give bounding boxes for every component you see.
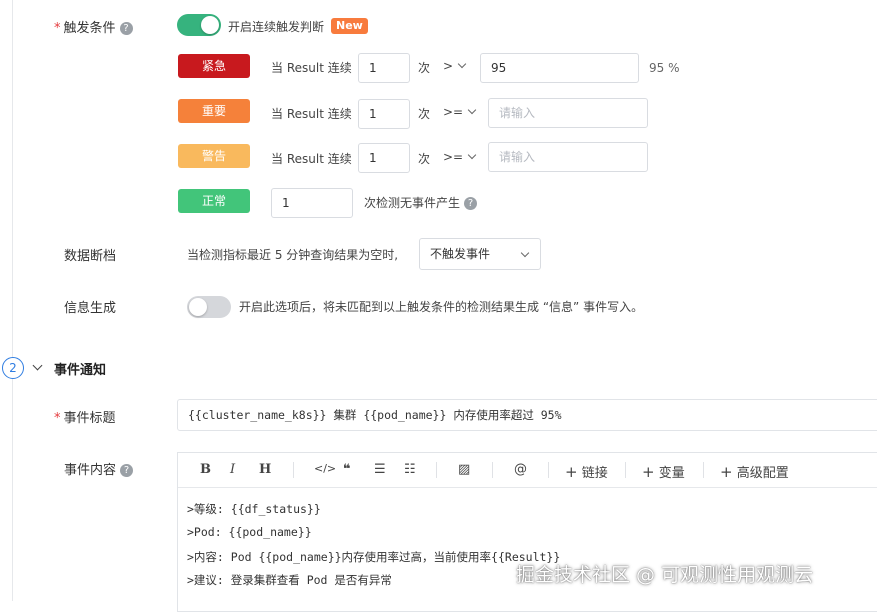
toolbar-divider — [293, 462, 294, 478]
code-icon[interactable]: </> — [314, 462, 336, 475]
bullet-list-icon[interactable]: ☰ — [374, 462, 386, 477]
count-unit: 次 — [418, 152, 431, 166]
help-icon[interactable]: ? — [464, 197, 478, 210]
watermark: 掘金技术社区 @ 可观测性用观测云 — [516, 564, 814, 586]
normal-count-input[interactable]: 1 — [271, 188, 353, 218]
level-important-tag: 重要 — [178, 99, 250, 123]
event-title-input[interactable]: {{cluster_name_k8s}} 集群 {{pod_name}} 内存使… — [177, 399, 877, 431]
count-input[interactable]: 1 — [358, 53, 410, 83]
operator-select[interactable]: >= — [443, 150, 477, 164]
operator-select[interactable]: >= — [443, 105, 477, 119]
content-line: >建议: 登录集群查看 Pod 是否有异常 — [187, 573, 392, 587]
editor-toolbar: B I H </> ❝ ☰ ☷ ▨ @ + 链接 + 变量 + 高级配置 — [178, 453, 877, 488]
new-badge: New — [331, 18, 368, 34]
required-mark: * — [54, 411, 61, 426]
data-gap-label: 数据断档 — [64, 249, 117, 264]
step-number: 2 — [2, 357, 24, 379]
chevron-down-icon[interactable] — [32, 360, 43, 371]
threshold-input[interactable]: 请输入 — [488, 142, 648, 172]
threshold-input[interactable]: 请输入 — [488, 98, 648, 128]
plus-icon: + — [720, 463, 733, 481]
advanced-config-button[interactable]: + 高级配置 — [720, 462, 789, 481]
chevron-down-icon — [467, 105, 477, 115]
count-unit: 次 — [418, 61, 431, 75]
threshold-suffix: 95 % — [649, 61, 680, 75]
threshold-input[interactable]: 95 — [480, 53, 639, 83]
level-critical-tag: 紧急 — [178, 54, 250, 78]
link-button[interactable]: + 链接 — [565, 462, 608, 481]
event-content-label: 事件内容? — [64, 459, 134, 478]
level-warning-tag: 警告 — [178, 144, 250, 168]
event-title-label: * 事件标题 — [54, 411, 116, 426]
condition-prefix: 当 Result 连续 — [271, 61, 352, 75]
normal-text: 次检测无事件产生? — [364, 194, 478, 211]
event-content-editor[interactable]: B I H </> ❝ ☰ ☷ ▨ @ + 链接 + 变量 + 高级配置 >等级… — [177, 452, 877, 612]
toolbar-divider — [703, 462, 704, 478]
count-unit: 次 — [418, 107, 431, 121]
heading-button[interactable]: H — [259, 462, 271, 477]
condition-prefix: 当 Result 连续 — [271, 152, 352, 166]
info-gen-text: 开启此选项后，将未匹配到以上触发条件的检测结果生成 “信息” 事件写入。 — [239, 300, 644, 314]
count-input[interactable]: 1 — [358, 99, 410, 129]
continuous-trigger-toggle[interactable] — [177, 14, 221, 36]
toolbar-divider — [492, 462, 493, 478]
ordered-list-icon[interactable]: ☷ — [404, 462, 416, 477]
plus-icon: + — [565, 463, 578, 481]
condition-prefix: 当 Result 连续 — [271, 107, 352, 121]
required-mark: * — [54, 21, 61, 36]
chevron-down-icon — [467, 150, 477, 160]
content-line: >Pod: {{pod_name}} — [187, 525, 312, 539]
level-normal-tag: 正常 — [178, 189, 250, 213]
italic-button[interactable]: I — [230, 462, 235, 477]
data-gap-select[interactable]: 不触发事件 — [419, 238, 541, 270]
content-line: >等级: {{df_status}} — [187, 502, 321, 516]
variable-button[interactable]: + 变量 — [642, 462, 685, 481]
plus-icon: + — [642, 463, 655, 481]
quote-icon[interactable]: ❝ — [343, 462, 351, 477]
help-icon[interactable]: ? — [119, 22, 133, 35]
image-icon[interactable]: ▨ — [458, 462, 470, 477]
section-title: 事件通知 — [54, 363, 107, 378]
bold-button[interactable]: B — [200, 462, 211, 477]
chevron-down-icon — [520, 248, 530, 258]
left-guide-line — [12, 0, 13, 601]
trigger-condition-label: * 触发条件? — [54, 17, 133, 36]
mention-icon[interactable]: @ — [514, 462, 527, 477]
chevron-down-icon — [457, 59, 467, 69]
data-gap-text: 当检测指标最近 5 分钟查询结果为空时, — [187, 248, 399, 262]
help-icon[interactable]: ? — [120, 464, 134, 477]
count-input[interactable]: 1 — [358, 143, 410, 173]
operator-select[interactable]: > — [443, 59, 467, 73]
toolbar-divider — [548, 462, 549, 478]
continuous-trigger-label: 开启连续触发判断 — [228, 20, 325, 34]
info-gen-label: 信息生成 — [64, 301, 117, 316]
toolbar-divider — [625, 462, 626, 478]
content-line: >内容: Pod {{pod_name}}内存使用率过高，当前使用率{{Resu… — [187, 550, 561, 564]
toolbar-divider — [436, 462, 437, 478]
info-gen-toggle[interactable] — [187, 296, 231, 318]
